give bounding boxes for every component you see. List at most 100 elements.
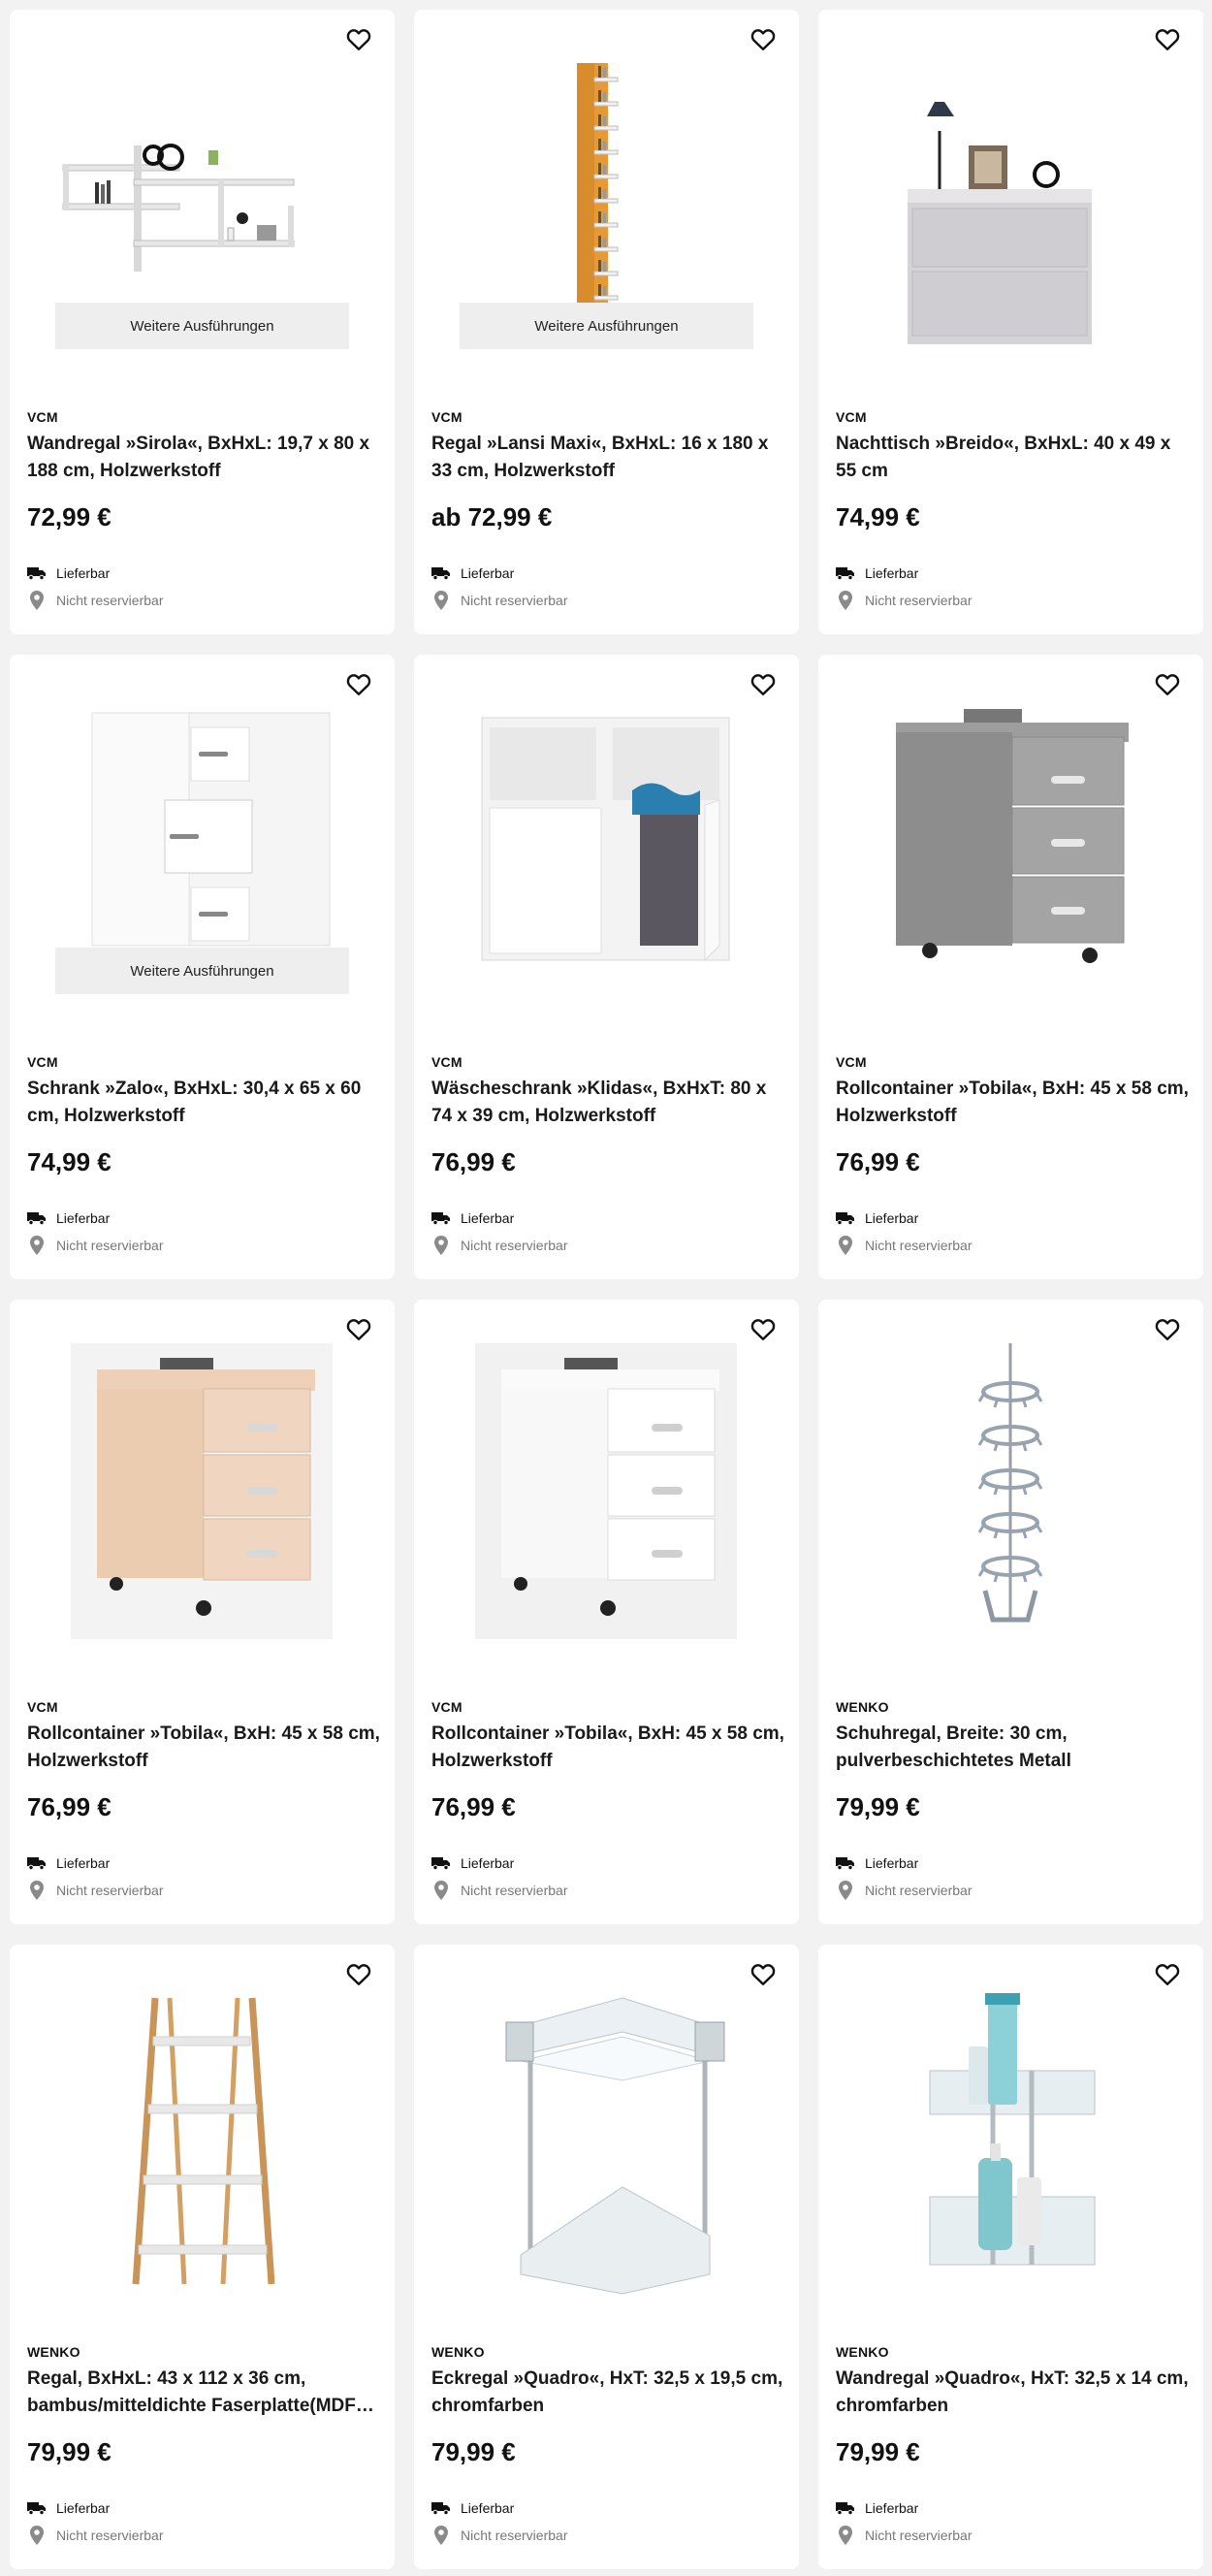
product-image[interactable] [414,655,799,1023]
product-title[interactable]: Wandregal »Sirola«, BxHxL: 19,7 x 80 x 1… [27,431,381,485]
product-image[interactable] [414,1300,799,1668]
location-pin-icon [27,1881,47,1900]
reservation-status: Nicht reservierbar [27,1881,163,1900]
product-image[interactable] [818,1945,1203,2313]
product-title[interactable]: Nachttisch »Breido«, BxHxL: 40 x 49 x 55… [836,431,1190,485]
product-card[interactable]: VCM Rollcontainer »Tobila«, BxH: 45 x 58… [10,1300,395,1924]
location-pin-icon [431,2526,451,2545]
delivery-label: Lieferbar [865,1210,919,1226]
product-title[interactable]: Rollcontainer »Tobila«, BxH: 45 x 58 cm,… [836,1076,1190,1130]
location-pin-icon [836,591,855,610]
product-card[interactable]: WENKO Regal, BxHxL: 43 x 112 x 36 cm, ba… [10,1945,395,2569]
delivery-label: Lieferbar [461,565,515,581]
product-title[interactable]: Regal, BxHxL: 43 x 112 x 36 cm, bambus/m… [27,2366,381,2420]
delivery-label: Lieferbar [56,2500,111,2516]
delivery-label: Lieferbar [56,1855,111,1871]
delivery-label: Lieferbar [865,565,919,581]
product-brand: VCM [27,1054,58,1070]
product-card[interactable]: Weitere Ausführungen VCM Wandregal »Siro… [10,10,395,634]
product-price: 79,99 € [431,2437,516,2466]
heart-icon[interactable] [342,668,375,701]
heart-icon[interactable] [1151,668,1184,701]
delivery-status: Lieferbar [431,1208,514,1228]
heart-icon[interactable] [342,1958,375,1991]
more-variants-button[interactable]: Weitere Ausführungen [460,303,753,349]
product-card[interactable]: VCM Nachttisch »Breido«, BxHxL: 40 x 49 … [818,10,1203,634]
product-brand: WENKO [27,2344,80,2360]
product-brand: VCM [431,1699,462,1715]
product-image[interactable] [10,1300,395,1668]
product-card[interactable]: VCM Wäscheschrank »Klidas«, BxHxT: 80 x … [414,655,799,1279]
reservation-label: Nicht reservierbar [461,593,568,608]
heart-icon[interactable] [1151,1313,1184,1346]
product-brand: WENKO [836,2344,889,2360]
delivery-label: Lieferbar [56,565,111,581]
truck-icon [836,1853,855,1873]
product-title[interactable]: Wandregal »Quadro«, HxT: 32,5 x 14 cm, c… [836,2366,1190,2420]
product-card[interactable]: WENKO Schuhregal, Breite: 30 cm, pulverb… [818,1300,1203,1924]
product-title[interactable]: Schuhregal, Breite: 30 cm, pulverbeschic… [836,1721,1190,1775]
location-pin-icon [431,1236,451,1255]
truck-icon [431,2498,451,2518]
reservation-label: Nicht reservierbar [461,1883,568,1898]
reservation-label: Nicht reservierbar [56,593,164,608]
heart-icon[interactable] [747,23,780,56]
product-image[interactable] [10,1945,395,2313]
heart-icon[interactable] [747,1958,780,1991]
product-title[interactable]: Wäscheschrank »Klidas«, BxHxT: 80 x 74 x… [431,1076,785,1130]
heart-icon[interactable] [747,1313,780,1346]
product-card[interactable]: WENKO Eckregal »Quadro«, HxT: 32,5 x 19,… [414,1945,799,2569]
truck-icon [27,564,47,583]
more-variants-button[interactable]: Weitere Ausführungen [55,303,349,349]
delivery-status: Lieferbar [27,564,110,583]
reservation-label: Nicht reservierbar [865,1883,973,1898]
product-card[interactable]: VCM Rollcontainer »Tobila«, BxH: 45 x 58… [414,1300,799,1924]
product-title[interactable]: Schrank »Zalo«, BxHxL: 30,4 x 65 x 60 cm… [27,1076,381,1130]
product-title[interactable]: Rollcontainer »Tobila«, BxH: 45 x 58 cm,… [27,1721,381,1775]
truck-icon [836,1208,855,1228]
reservation-status: Nicht reservierbar [836,1881,972,1900]
heart-icon[interactable] [342,23,375,56]
product-card[interactable]: Weitere Ausführungen VCM Regal »Lansi Ma… [414,10,799,634]
product-image[interactable] [414,1945,799,2313]
product-brand: VCM [836,409,867,425]
product-price: 76,99 € [27,1792,112,1821]
heart-icon[interactable] [747,668,780,701]
truck-icon [431,1853,451,1873]
reservation-status: Nicht reservierbar [431,1881,567,1900]
product-image[interactable] [818,10,1203,378]
heart-icon[interactable] [342,1313,375,1346]
product-card[interactable]: WENKO Wandregal »Quadro«, HxT: 32,5 x 14… [818,1945,1203,2569]
reservation-status: Nicht reservierbar [836,2526,972,2545]
delivery-label: Lieferbar [56,1210,111,1226]
truck-icon [27,1208,47,1228]
delivery-status: Lieferbar [431,564,514,583]
product-image[interactable] [818,655,1203,1023]
product-card[interactable]: Weitere Ausführungen VCM Schrank »Zalo«,… [10,655,395,1279]
product-image[interactable] [818,1300,1203,1668]
delivery-status: Lieferbar [27,1853,110,1873]
reservation-label: Nicht reservierbar [865,2528,973,2543]
product-price: 74,99 € [27,1147,112,1176]
delivery-label: Lieferbar [461,1855,515,1871]
heart-icon[interactable] [1151,23,1184,56]
delivery-status: Lieferbar [431,1853,514,1873]
heart-icon[interactable] [1151,1958,1184,1991]
location-pin-icon [836,1881,855,1900]
reservation-status: Nicht reservierbar [27,1236,163,1255]
product-title[interactable]: Regal »Lansi Maxi«, BxHxL: 16 x 180 x 33… [431,431,785,485]
product-price: 79,99 € [836,2437,920,2466]
product-card[interactable]: VCM Rollcontainer »Tobila«, BxH: 45 x 58… [818,655,1203,1279]
product-price: ab 72,99 € [431,502,553,531]
product-brand: VCM [431,1054,462,1070]
product-brand: VCM [27,409,58,425]
reservation-status: Nicht reservierbar [431,2526,567,2545]
location-pin-icon [836,1236,855,1255]
location-pin-icon [27,1236,47,1255]
delivery-status: Lieferbar [836,2498,918,2518]
location-pin-icon [27,2526,47,2545]
location-pin-icon [431,1881,451,1900]
product-title[interactable]: Rollcontainer »Tobila«, BxH: 45 x 58 cm,… [431,1721,785,1775]
more-variants-button[interactable]: Weitere Ausführungen [55,948,349,994]
product-title[interactable]: Eckregal »Quadro«, HxT: 32,5 x 19,5 cm, … [431,2366,785,2420]
